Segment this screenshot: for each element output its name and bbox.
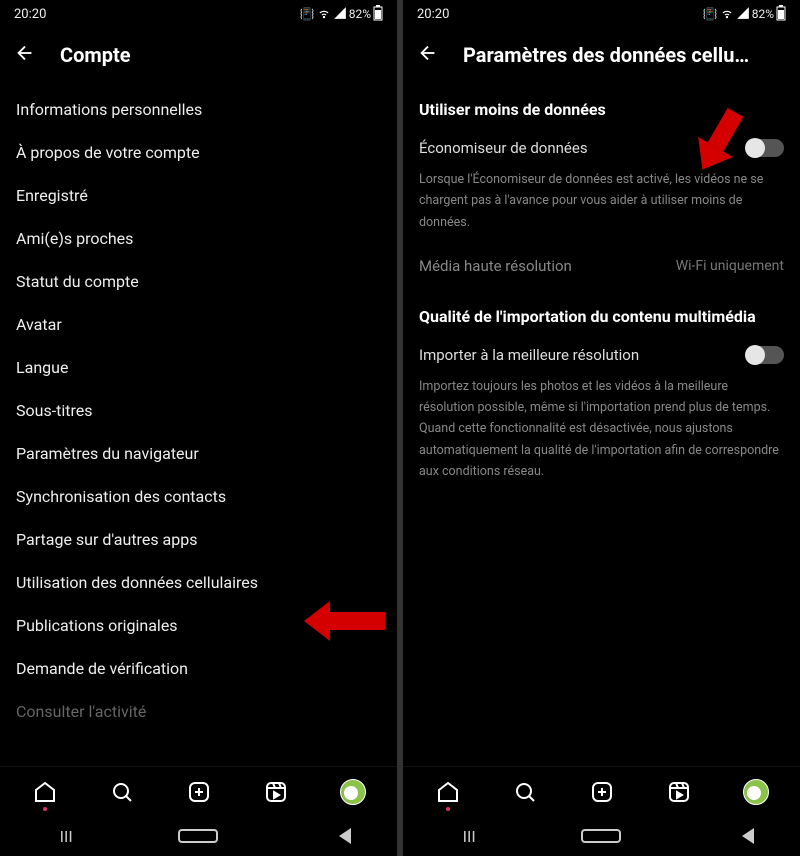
menu-original-posts[interactable]: Publications originales: [16, 604, 381, 647]
sys-back[interactable]: [311, 828, 351, 844]
menu-verification[interactable]: Demande de vérification: [16, 647, 381, 690]
wifi-icon: [317, 6, 331, 23]
best-res-toggle[interactable]: [746, 346, 784, 364]
menu-contact-sync[interactable]: Synchronisation des contacts: [16, 475, 381, 518]
nav-home-icon[interactable]: [435, 779, 461, 805]
menu-close-friends[interactable]: Ami(e)s proches: [16, 217, 381, 260]
data-saver-toggle[interactable]: [746, 139, 784, 157]
page-title: Paramètres des données cellu…: [463, 43, 786, 67]
battery-icon: [776, 5, 786, 24]
menu-avatar[interactable]: Avatar: [16, 303, 381, 346]
status-right: 📳 82%: [300, 5, 383, 24]
battery-icon: [373, 5, 383, 24]
bottom-nav: [403, 766, 800, 816]
nav-profile-avatar[interactable]: [340, 779, 366, 805]
menu-personal-info[interactable]: Informations personnelles: [16, 88, 381, 131]
nav-search-icon[interactable]: [109, 779, 135, 805]
status-right: 📳 82%: [703, 5, 786, 24]
nav-create-icon[interactable]: [589, 779, 615, 805]
section-upload-quality: Qualité de l'importation du contenu mult…: [419, 285, 784, 336]
bottom-nav: [0, 766, 397, 816]
header: Compte: [0, 28, 397, 88]
row-high-res-media: Média haute résolution Wi-Fi uniquement: [419, 247, 784, 285]
signal-icon: [333, 6, 347, 23]
phone-left-account: 20:20 📳 82% Compte Informations personne…: [0, 0, 397, 856]
nav-home-icon[interactable]: [32, 779, 58, 805]
data-saver-label: Économiseur de données: [419, 139, 588, 157]
nav-reels-icon[interactable]: [263, 779, 289, 805]
mute-icon: 📳: [300, 7, 315, 21]
row-data-saver[interactable]: Économiseur de données: [419, 129, 784, 167]
menu-cellular-data[interactable]: Utilisation des données cellulaires: [16, 561, 381, 604]
battery-percent: 82%: [349, 7, 371, 21]
status-time: 20:20: [14, 7, 46, 22]
menu-account-status[interactable]: Statut du compte: [16, 260, 381, 303]
status-time: 20:20: [417, 7, 449, 22]
mute-icon: 📳: [703, 7, 718, 21]
high-res-value: Wi-Fi uniquement: [676, 258, 784, 274]
nav-create-icon[interactable]: [186, 779, 212, 805]
sys-recents[interactable]: III: [449, 827, 489, 846]
back-icon[interactable]: [417, 42, 439, 68]
system-nav: III: [0, 816, 397, 856]
menu-about-account[interactable]: À propos de votre compte: [16, 131, 381, 174]
account-menu: Informations personnelles À propos de vo…: [0, 88, 397, 766]
status-bar: 20:20 📳 82%: [403, 0, 800, 28]
sys-back[interactable]: [714, 828, 754, 844]
header: Paramètres des données cellu…: [403, 28, 800, 88]
menu-language[interactable]: Langue: [16, 346, 381, 389]
back-icon[interactable]: [14, 42, 36, 68]
cellular-settings: Utiliser moins de données Économiseur de…: [403, 88, 800, 766]
nav-home-dot: [446, 807, 450, 811]
page-title: Compte: [60, 43, 383, 67]
menu-browser-settings[interactable]: Paramètres du navigateur: [16, 432, 381, 475]
sys-home[interactable]: [178, 829, 218, 843]
high-res-label: Média haute résolution: [419, 257, 572, 275]
sys-recents[interactable]: III: [46, 827, 86, 846]
row-best-resolution[interactable]: Importer à la meilleure résolution: [419, 336, 784, 374]
menu-activity[interactable]: Consulter l'activité: [16, 690, 381, 733]
menu-saved[interactable]: Enregistré: [16, 174, 381, 217]
nav-profile-avatar[interactable]: [743, 779, 769, 805]
nav-home-dot: [43, 807, 47, 811]
best-res-desc: Importez toujours les photos et les vidé…: [419, 374, 784, 496]
system-nav: III: [403, 816, 800, 856]
status-bar: 20:20 📳 82%: [0, 0, 397, 28]
best-res-label: Importer à la meilleure résolution: [419, 346, 639, 364]
menu-share-other-apps[interactable]: Partage sur d'autres apps: [16, 518, 381, 561]
phone-right-cellular: 20:20 📳 82% Paramètres des données cellu…: [403, 0, 800, 856]
menu-captions[interactable]: Sous-titres: [16, 389, 381, 432]
wifi-icon: [720, 6, 734, 23]
sys-home[interactable]: [581, 829, 621, 843]
data-saver-desc: Lorsque l'Économiseur de données est act…: [419, 167, 784, 247]
battery-percent: 82%: [752, 7, 774, 21]
nav-reels-icon[interactable]: [666, 779, 692, 805]
signal-icon: [736, 6, 750, 23]
section-use-less-data: Utiliser moins de données: [419, 88, 784, 129]
nav-search-icon[interactable]: [512, 779, 538, 805]
